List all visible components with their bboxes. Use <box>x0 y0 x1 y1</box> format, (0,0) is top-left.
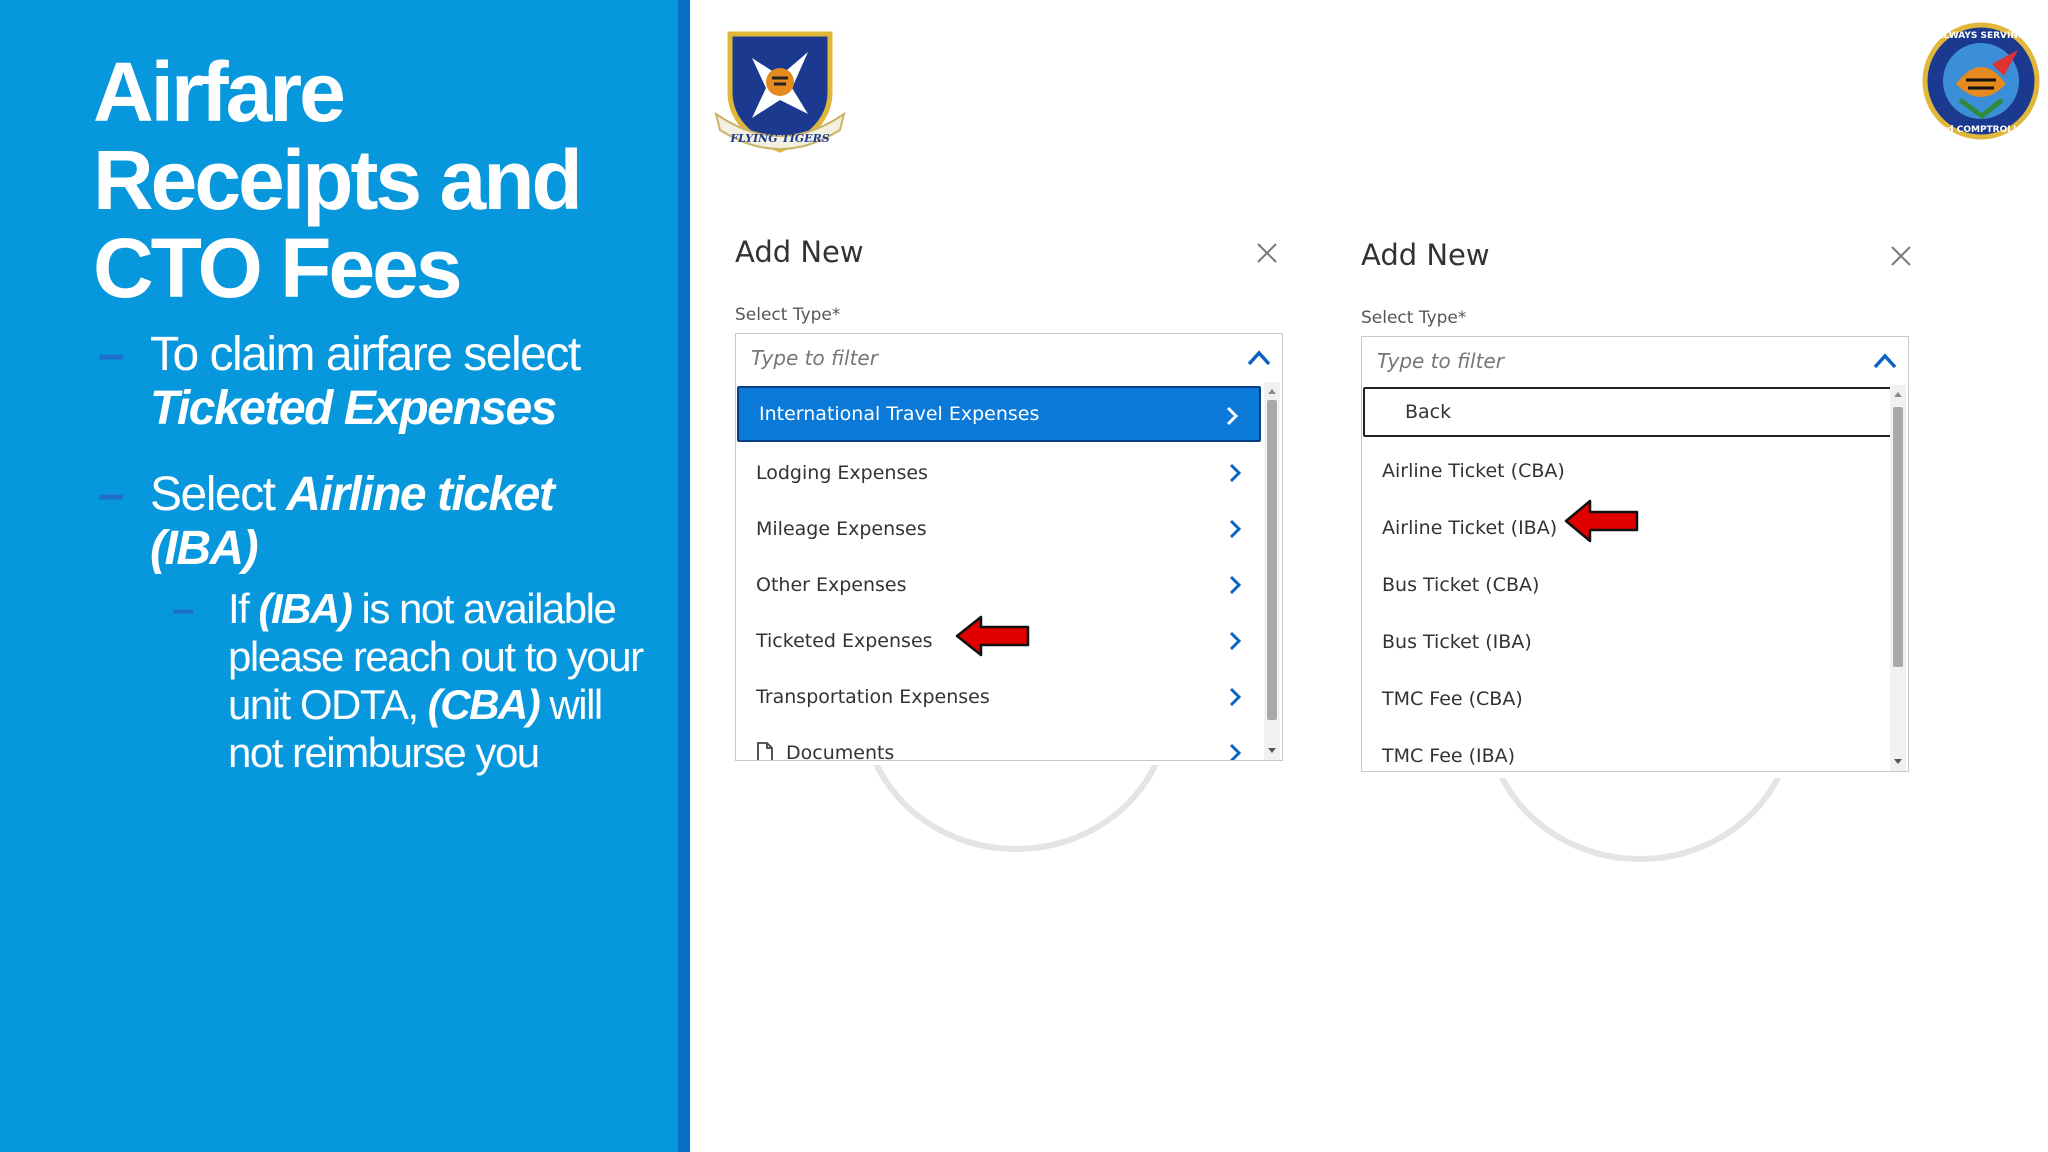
back-option[interactable]: Back <box>1363 387 1893 437</box>
option-label: Back <box>1405 401 1452 423</box>
option-label: Transportation Expenses <box>756 686 990 708</box>
option-label: Lodging Expenses <box>756 462 928 484</box>
close-icon[interactable] <box>1255 241 1279 265</box>
bullet-text: Select <box>150 468 287 521</box>
slide-title-line: Receipts and <box>93 133 583 227</box>
chevron-right-icon <box>1229 519 1242 539</box>
chevron-right-icon <box>1229 463 1242 483</box>
bullet-select-airline: – Select Airline ticket (IBA) <box>98 468 650 576</box>
bullet-emphasis: (IBA) <box>258 585 353 632</box>
bullet-text: To claim airfare select <box>150 328 581 381</box>
close-icon[interactable] <box>1889 244 1913 268</box>
document-icon <box>757 742 773 760</box>
add-new-dialog: Add New Select Type* International Trave… <box>735 235 1287 765</box>
logo-text: ALWAYS SERVING <box>1937 31 2026 41</box>
type-options-list[interactable]: Back Airline Ticket (CBA) Airline Ticket… <box>1361 385 1909 772</box>
option-label: Mileage Expenses <box>756 518 927 540</box>
flying-tigers-emblem-icon: FLYING TIGERS <box>714 31 846 153</box>
scroll-thumb[interactable] <box>1893 407 1903 667</box>
option-lodging-expenses[interactable]: Lodging Expenses <box>736 445 1262 501</box>
bullet-dash: – <box>172 587 194 631</box>
dialog-title: Add New <box>1361 238 1490 272</box>
slide-title: Airfare Receipts and CTO Fees <box>93 45 583 315</box>
select-type-combobox[interactable] <box>1361 336 1909 386</box>
option-label: Documents <box>786 742 895 761</box>
option-label: Ticketed Expenses <box>756 630 933 652</box>
option-airline-ticket-cba[interactable]: Airline Ticket (CBA) <box>1362 443 1888 499</box>
filter-input[interactable] <box>737 335 1217 381</box>
scroll-down-arrow-icon[interactable] <box>1267 746 1277 756</box>
filter-input[interactable] <box>1363 338 1843 384</box>
option-label: TMC Fee (IBA) <box>1382 745 1516 767</box>
option-international-travel-expenses[interactable]: International Travel Expenses <box>737 386 1261 442</box>
add-new-dialog: Add New Select Type* Back Airline Ticket… <box>1361 238 1921 778</box>
select-type-label: Select Type* <box>735 305 841 325</box>
red-arrow-icon <box>955 615 1030 657</box>
scroll-up-arrow-icon[interactable] <box>1893 389 1903 399</box>
chevron-right-icon <box>1229 743 1242 760</box>
red-arrow-icon <box>1564 499 1639 543</box>
type-options-list[interactable]: International Travel Expenses Lodging Ex… <box>735 382 1283 761</box>
select-type-combobox[interactable] <box>735 333 1283 383</box>
option-documents[interactable]: Documents <box>736 725 1262 761</box>
bullet-emphasis: (CBA) <box>427 681 541 728</box>
slide-text-panel: Airfare Receipts and CTO Fees – To claim… <box>0 0 690 1152</box>
logo-text: 23rd COMPTROLLER <box>1930 125 2032 135</box>
list-scrollbar[interactable] <box>1890 385 1906 771</box>
scroll-thumb[interactable] <box>1267 400 1277 720</box>
chevron-right-icon <box>1229 687 1242 707</box>
option-label: International Travel Expenses <box>759 403 1040 425</box>
dialog-title: Add New <box>735 235 864 269</box>
option-bus-ticket-cba[interactable]: Bus Ticket (CBA) <box>1362 557 1888 613</box>
chevron-right-icon <box>1226 406 1239 426</box>
logo-text: FLYING TIGERS <box>729 132 829 145</box>
chevron-up-icon[interactable] <box>1872 349 1898 373</box>
option-label: Other Expenses <box>756 574 907 596</box>
slide-title-line: CTO Fees <box>93 221 463 315</box>
chevron-right-icon <box>1229 631 1242 651</box>
bullet-dash: – <box>98 328 125 381</box>
chevron-right-icon <box>1229 575 1242 595</box>
option-other-expenses[interactable]: Other Expenses <box>736 557 1262 613</box>
slide-title-line: Airfare <box>93 45 346 139</box>
list-scrollbar[interactable] <box>1264 382 1280 760</box>
option-transportation-expenses[interactable]: Transportation Expenses <box>736 669 1262 725</box>
option-label: Airline Ticket (IBA) <box>1382 517 1558 539</box>
chevron-up-icon[interactable] <box>1246 346 1272 370</box>
option-label: Bus Ticket (CBA) <box>1382 574 1540 596</box>
option-mileage-expenses[interactable]: Mileage Expenses <box>736 501 1262 557</box>
option-label: TMC Fee (CBA) <box>1382 688 1523 710</box>
scroll-up-arrow-icon[interactable] <box>1267 386 1277 396</box>
option-bus-ticket-iba[interactable]: Bus Ticket (IBA) <box>1362 614 1888 670</box>
bullet-text: If <box>228 585 259 632</box>
bullet-dash: – <box>98 468 125 521</box>
select-type-label: Select Type* <box>1361 308 1467 328</box>
bullet-emphasis: Ticketed Expenses <box>150 382 557 435</box>
sub-bullet-iba-note: – If (IBA) is not available please reach… <box>172 585 648 777</box>
bullet-claim-airfare: – To claim airfare select Ticketed Expen… <box>98 328 650 436</box>
option-tmc-fee-iba[interactable]: TMC Fee (IBA) <box>1362 728 1888 771</box>
option-label: Bus Ticket (IBA) <box>1382 631 1532 653</box>
comptroller-emblem-icon: ALWAYS SERVING 23rd COMPTROLLER <box>1922 22 2040 140</box>
scroll-down-arrow-icon[interactable] <box>1893 757 1903 767</box>
option-tmc-fee-cba[interactable]: TMC Fee (CBA) <box>1362 671 1888 727</box>
option-label: Airline Ticket (CBA) <box>1382 460 1565 482</box>
